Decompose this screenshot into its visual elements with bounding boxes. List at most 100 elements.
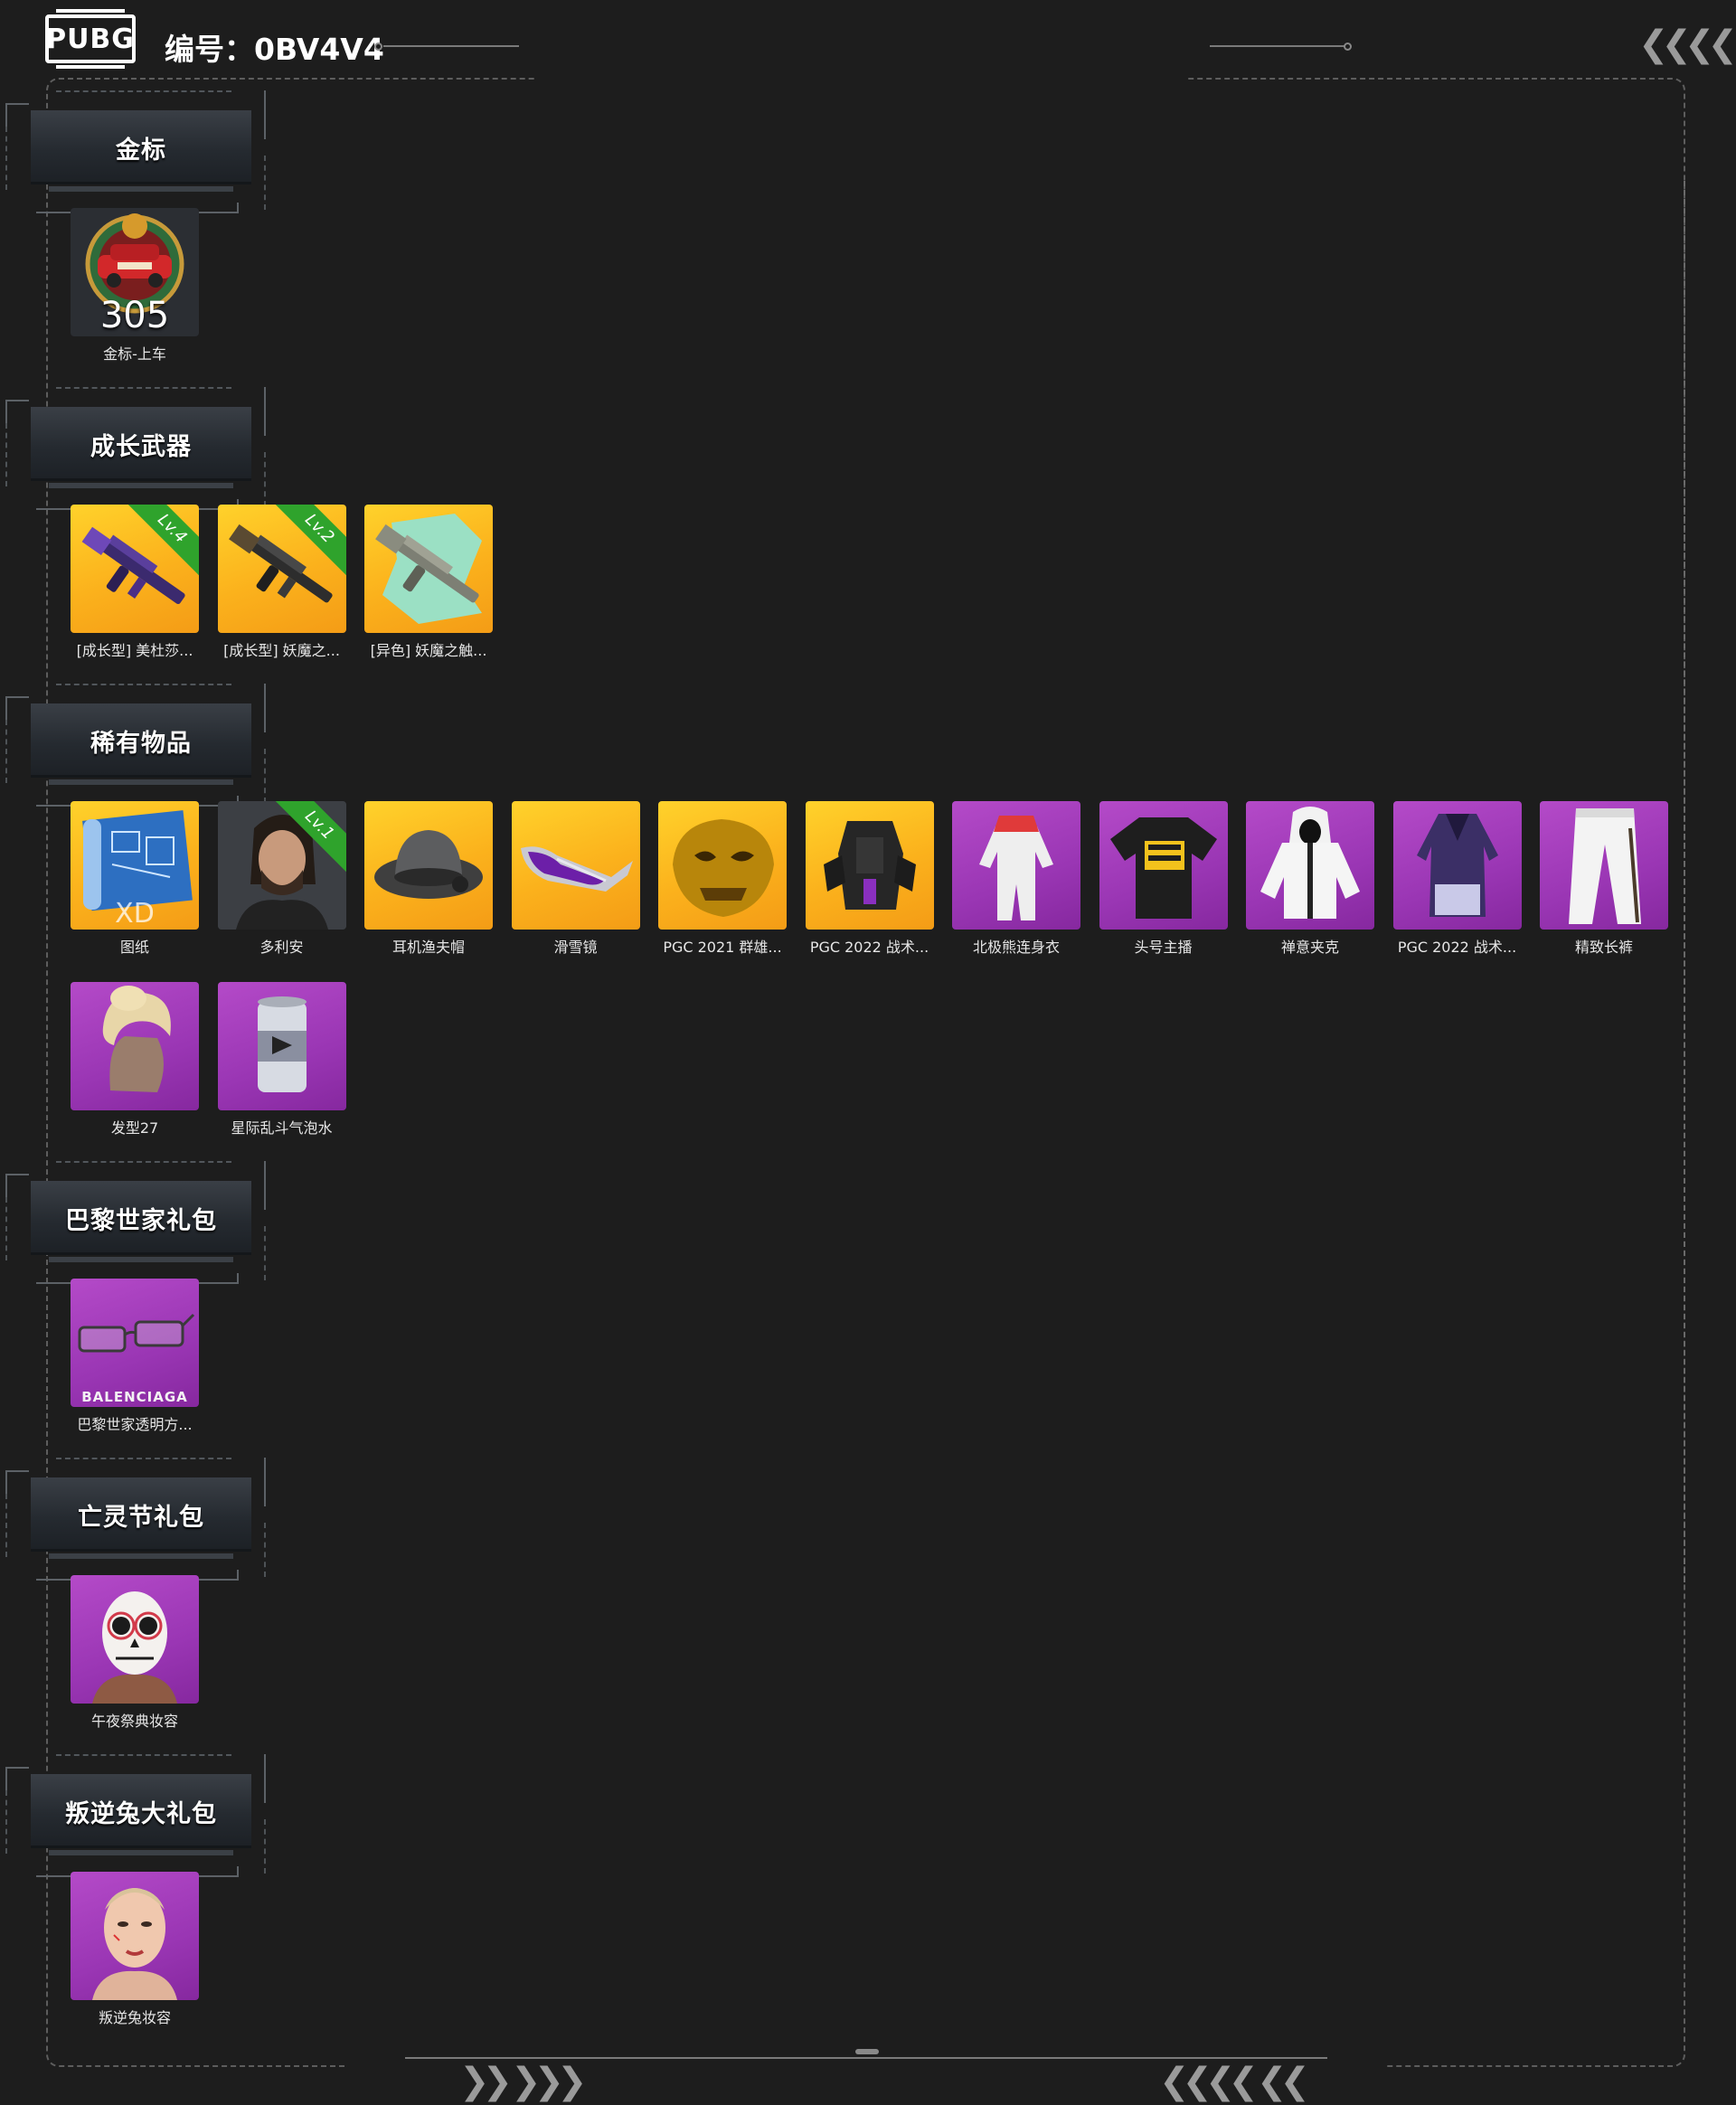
- item-thumbnail[interactable]: [364, 801, 493, 930]
- section-title: 叛逆兔大礼包: [65, 1799, 217, 1828]
- inventory-item[interactable]: 午夜祭典妆容: [71, 1575, 199, 1731]
- item-name: 星际乱斗气泡水: [231, 1119, 333, 1137]
- item-name: 禅意夹克: [1280, 939, 1339, 956]
- item-thumbnail[interactable]: [1392, 801, 1522, 930]
- header-line-dot: [374, 42, 382, 51]
- header-divider-right: [1210, 45, 1345, 47]
- inventory-item[interactable]: Lv.4 [成长型] 美杜莎...: [71, 505, 199, 660]
- chevrons-left-bottom-icon: ❮❮❮❮ ❮❮: [1159, 2061, 1310, 2102]
- item-overlay-text: BALENCIAGA: [81, 1389, 188, 1405]
- item-thumbnail[interactable]: Lv.1: [217, 801, 346, 930]
- item-thumbnail[interactable]: [1246, 801, 1374, 930]
- jumpsuit-icon: [952, 801, 1080, 930]
- inventory-item[interactable]: 北极熊连身衣: [952, 801, 1080, 957]
- item-name: 巴黎世家透明方...: [77, 1416, 193, 1433]
- face-makeup-icon: [71, 1872, 199, 2000]
- account-id-label: 编号：0BV4V4: [165, 32, 384, 67]
- item-thumbnail[interactable]: [658, 801, 787, 930]
- item-overlay-text: XD: [115, 898, 155, 930]
- inventory-item[interactable]: 星际乱斗气泡水: [217, 982, 346, 1137]
- inventory-item[interactable]: 滑雪镜: [511, 801, 640, 957]
- item-name: PGC 2022 战术...: [809, 939, 929, 956]
- inventory-item[interactable]: 耳机渔夫帽: [364, 801, 493, 957]
- item-name: 滑雪镜: [553, 939, 598, 956]
- inventory-item[interactable]: 叛逆兔妆容: [71, 1872, 199, 2027]
- tshirt-icon: [1099, 801, 1228, 930]
- gold-mask-icon: [658, 801, 787, 930]
- inventory-item[interactable]: 305 金标-上车: [71, 208, 199, 363]
- chevrons-right-icon: ❯❯ ❯❯❯: [459, 2061, 587, 2102]
- section-header: 叛逆兔大礼包: [0, 1754, 271, 1877]
- item-name: [异色] 妖魔之触...: [370, 642, 487, 659]
- bucket-hat-icon: [364, 801, 493, 930]
- section-title: 巴黎世家礼包: [65, 1206, 217, 1235]
- item-thumbnail[interactable]: 305: [71, 208, 199, 336]
- section-header: 金标: [0, 90, 271, 213]
- item-name: 金标-上车: [103, 345, 166, 363]
- header-divider-left: [383, 45, 519, 47]
- header-line-dot-right: [1344, 42, 1352, 51]
- tactical-vest-icon: [806, 801, 934, 930]
- section-title: 成长武器: [90, 432, 192, 461]
- footer-divider: [405, 2057, 1327, 2059]
- hooded-jacket-icon: [1246, 801, 1374, 930]
- ski-goggles-icon: [512, 801, 640, 930]
- inventory-item[interactable]: BALENCIAGA 巴黎世家透明方...: [71, 1279, 199, 1434]
- item-thumbnail[interactable]: [805, 801, 934, 930]
- skull-makeup-face-icon: [71, 1575, 199, 1704]
- item-name: PGC 2022 战术...: [1397, 939, 1517, 956]
- inventory-item[interactable]: 精致长裤: [1540, 801, 1668, 957]
- item-name: 北极熊连身衣: [972, 939, 1060, 956]
- item-name: 头号主播: [1134, 939, 1193, 956]
- item-name: [成长型] 美杜莎...: [76, 642, 193, 659]
- pants-icon: [1540, 801, 1668, 930]
- item-thumbnail[interactable]: [1099, 801, 1228, 930]
- item-thumbnail[interactable]: [952, 801, 1080, 930]
- frame-right-accent: [1684, 181, 1687, 1582]
- soda-can-icon: [218, 982, 346, 1110]
- inventory-item[interactable]: 头号主播: [1099, 801, 1228, 957]
- inventory-item[interactable]: 禅意夹克: [1246, 801, 1374, 957]
- item-name: 叛逆兔妆容: [98, 2009, 171, 2026]
- glasses-icon: [71, 1279, 199, 1407]
- item-thumbnail[interactable]: [1540, 801, 1668, 930]
- inventory-item[interactable]: XD 图纸: [71, 801, 199, 957]
- inventory-item[interactable]: [异色] 妖魔之触...: [364, 505, 493, 660]
- inventory-item[interactable]: Lv.2 [成长型] 妖魔之...: [217, 505, 346, 660]
- section-title: 稀有物品: [90, 729, 192, 758]
- inventory-item[interactable]: PGC 2022 战术...: [1392, 801, 1522, 957]
- section-header: 巴黎世家礼包: [0, 1161, 271, 1284]
- item-thumbnail[interactable]: XD: [71, 801, 199, 930]
- item-thumbnail[interactable]: Lv.2: [217, 505, 346, 633]
- item-name: 发型27: [110, 1119, 159, 1137]
- inventory-item[interactable]: 发型27: [71, 982, 199, 1137]
- item-thumbnail[interactable]: [71, 1575, 199, 1704]
- item-thumbnail[interactable]: [364, 505, 493, 633]
- inventory-item[interactable]: PGC 2022 战术...: [805, 801, 934, 957]
- footer-handle: [855, 2049, 879, 2054]
- item-thumbnail[interactable]: [71, 982, 199, 1110]
- section-header: 成长武器: [0, 387, 271, 510]
- item-name: 耳机渔夫帽: [392, 939, 465, 956]
- item-name: 精致长裤: [1574, 939, 1633, 956]
- section-header: 亡灵节礼包: [0, 1458, 271, 1581]
- camo-rifle-icon: [364, 505, 493, 633]
- pubg-logo: PUBG: [45, 9, 136, 69]
- frame-top-gap: [537, 72, 1188, 83]
- item-overlay-text: 305: [99, 295, 170, 336]
- section-header: 稀有物品: [0, 684, 271, 807]
- item-thumbnail[interactable]: [71, 1872, 199, 2000]
- inventory-item[interactable]: PGC 2021 群雄...: [658, 801, 787, 957]
- item-name: 午夜祭典妆容: [90, 1713, 178, 1730]
- item-name: 多利安: [259, 939, 304, 956]
- chevrons-left-icon: ❮❮❮❮ ❮: [1638, 24, 1736, 65]
- item-name: [成长型] 妖魔之...: [223, 642, 340, 659]
- coat-icon: [1393, 801, 1522, 930]
- item-thumbnail[interactable]: [511, 801, 640, 930]
- item-thumbnail[interactable]: [217, 982, 346, 1110]
- inventory-item[interactable]: Lv.1 多利安: [217, 801, 346, 957]
- item-thumbnail[interactable]: Lv.4: [71, 505, 199, 633]
- item-name: 图纸: [119, 939, 149, 956]
- logo-text: PUBG: [46, 23, 135, 55]
- item-thumbnail[interactable]: BALENCIAGA: [71, 1279, 199, 1407]
